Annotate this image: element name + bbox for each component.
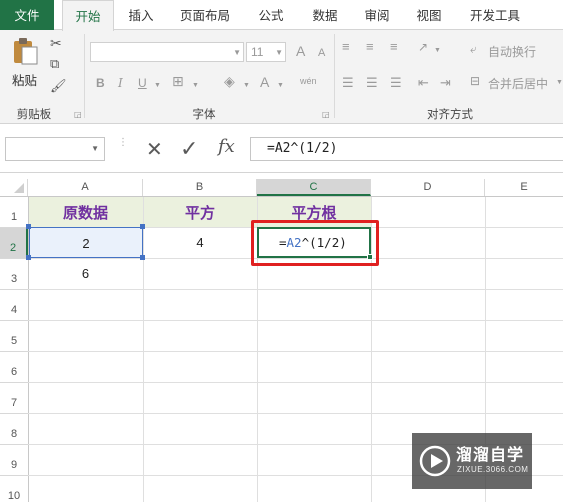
chevron-down-icon: ▼ xyxy=(91,144,99,153)
font-size-value: 11 xyxy=(251,45,264,59)
cut-icon[interactable]: ✂ xyxy=(50,36,62,50)
cell-a3[interactable]: 6 xyxy=(28,258,143,289)
font-group-label: 字体 xyxy=(192,109,216,121)
font-launcher-icon[interactable]: ◲ xyxy=(322,110,330,119)
paste-icon xyxy=(14,38,38,65)
watermark: 溜溜自学 ZIXUE.3066.COM xyxy=(412,433,532,489)
group-divider xyxy=(334,34,335,118)
font-color-dropdown-icon[interactable]: ▼ xyxy=(277,79,284,93)
play-logo-icon xyxy=(419,445,451,477)
ribbon: 粘贴 ✂ ⧉ 🖌 剪贴板 ◲ ▼ 11 ▼ A A B I U ▼ ⊞ ▼ ◈ … xyxy=(0,30,563,124)
clipboard-launcher-icon[interactable]: ◲ xyxy=(74,110,82,119)
wrap-text-label: 自动换行 xyxy=(488,45,537,59)
cell-a1[interactable]: 原数据 xyxy=(28,197,143,227)
formula-bar: ▼ ⋮ ✕ ✓ fx =A2^(1/2) xyxy=(0,124,563,172)
decrease-font-size-button[interactable]: A xyxy=(318,46,325,60)
column-header-a[interactable]: A xyxy=(28,179,143,196)
tab-home[interactable]: 开始 xyxy=(62,0,114,31)
clipboard-group-label: 剪贴板 xyxy=(16,109,52,121)
select-all-triangle-icon xyxy=(14,183,24,193)
underline-dropdown-icon[interactable]: ▼ xyxy=(154,79,161,93)
tab-file[interactable]: 文件 xyxy=(0,0,54,30)
font-size-combo[interactable]: 11 ▼ xyxy=(246,42,286,62)
alignment-group-label: 对齐方式 xyxy=(427,109,473,121)
watermark-url: ZIXUE.3066.COM xyxy=(457,465,529,474)
reference-handle xyxy=(26,224,31,229)
wrap-text-icon: ⤶ xyxy=(470,42,477,56)
formula-input[interactable]: =A2^(1/2) xyxy=(250,137,563,161)
borders-icon[interactable]: ⊞ xyxy=(172,74,184,88)
wrap-text-button[interactable]: ⤶ 自动换行 xyxy=(470,42,562,60)
menu-bar: 文件 开始 插入 页面布局 公式 数据 审阅 视图 开发工具 xyxy=(0,0,563,31)
row-header-3[interactable]: 3 xyxy=(0,259,28,290)
chevron-down-icon: ▼ xyxy=(233,48,241,57)
bottom-align-icon[interactable]: ≡ xyxy=(390,40,398,54)
column-header-d[interactable]: D xyxy=(371,179,485,196)
underline-button[interactable]: U xyxy=(138,76,147,90)
tab-review[interactable]: 审阅 xyxy=(354,0,400,30)
cell-b1[interactable]: 平方 xyxy=(143,197,257,227)
highlight-box xyxy=(251,220,379,266)
merge-center-label: 合并后居中 xyxy=(488,77,549,91)
orientation-icon[interactable]: ↗ xyxy=(418,40,428,54)
column-header-c[interactable]: C xyxy=(257,179,371,196)
tab-page-layout[interactable]: 页面布局 xyxy=(172,0,238,30)
chevron-down-icon: ▼ xyxy=(556,79,563,86)
row-header-7[interactable]: 7 xyxy=(0,383,28,414)
paste-button[interactable]: 粘贴 xyxy=(8,36,42,88)
align-center-icon[interactable]: ☰ xyxy=(366,76,378,90)
tab-developer[interactable]: 开发工具 xyxy=(462,0,528,30)
row-header-1[interactable]: 1 xyxy=(0,197,28,228)
drag-handle-icon[interactable]: ⋮ xyxy=(118,138,128,148)
phonetic-guide-button[interactable]: wén xyxy=(300,74,317,88)
align-left-icon[interactable]: ☰ xyxy=(342,76,354,90)
row-header-9[interactable]: 9 xyxy=(0,445,28,476)
tab-insert[interactable]: 插入 xyxy=(118,0,164,30)
fill-color-icon[interactable]: ◈ xyxy=(224,74,235,88)
format-painter-icon[interactable]: 🖌 xyxy=(50,79,67,93)
row-header-2[interactable]: 2 xyxy=(0,228,28,259)
tab-data[interactable]: 数据 xyxy=(302,0,348,30)
increase-indent-icon[interactable]: ⇥ xyxy=(440,76,451,90)
watermark-brand: 溜溜自学 xyxy=(456,447,525,464)
merge-center-button[interactable]: ⊟ 合并后居中 ▼ xyxy=(470,74,563,92)
copy-icon[interactable]: ⧉ xyxy=(50,57,59,71)
middle-align-icon[interactable]: ≡ xyxy=(366,40,374,54)
font-color-button[interactable]: A xyxy=(260,75,269,89)
row-header-4[interactable]: 4 xyxy=(0,290,28,321)
column-header-b[interactable]: B xyxy=(143,179,257,196)
orientation-dropdown-icon[interactable]: ▼ xyxy=(434,44,441,58)
top-align-icon[interactable]: ≡ xyxy=(342,40,350,54)
tab-view[interactable]: 视图 xyxy=(406,0,452,30)
bold-button[interactable]: B xyxy=(96,76,105,90)
fill-color-dropdown-icon[interactable]: ▼ xyxy=(243,79,250,93)
row-header-8[interactable]: 8 xyxy=(0,414,28,445)
decrease-indent-icon[interactable]: ⇤ xyxy=(418,76,429,90)
name-box[interactable]: ▼ xyxy=(5,137,105,161)
row-header-6[interactable]: 6 xyxy=(0,352,28,383)
insert-function-button[interactable]: fx xyxy=(218,136,235,157)
group-divider xyxy=(84,34,85,118)
enter-button[interactable]: ✓ xyxy=(180,136,198,162)
row-header-10[interactable]: 10 xyxy=(0,476,28,502)
italic-button[interactable]: I xyxy=(118,76,123,90)
tab-formulas[interactable]: 公式 xyxy=(248,0,294,30)
font-name-combo[interactable]: ▼ xyxy=(90,42,244,62)
chevron-down-icon: ▼ xyxy=(275,48,283,57)
cell-a2[interactable]: 2 xyxy=(29,227,143,258)
merge-center-icon: ⊟ xyxy=(470,74,481,88)
column-header-e[interactable]: E xyxy=(485,179,563,196)
align-right-icon[interactable]: ☰ xyxy=(390,76,402,90)
select-all-button[interactable] xyxy=(0,179,28,196)
worksheet-grid[interactable]: A B C D E 1 2 3 4 5 6 7 8 9 10 原数据 平方 平方… xyxy=(0,172,563,502)
cell-b2[interactable]: 4 xyxy=(143,227,257,258)
cancel-entry-button[interactable]: ✕ xyxy=(146,137,163,162)
increase-font-size-button[interactable]: A xyxy=(296,44,305,58)
borders-dropdown-icon[interactable]: ▼ xyxy=(192,79,199,93)
row-header-5[interactable]: 5 xyxy=(0,321,28,352)
paste-label: 粘贴 xyxy=(12,74,38,88)
